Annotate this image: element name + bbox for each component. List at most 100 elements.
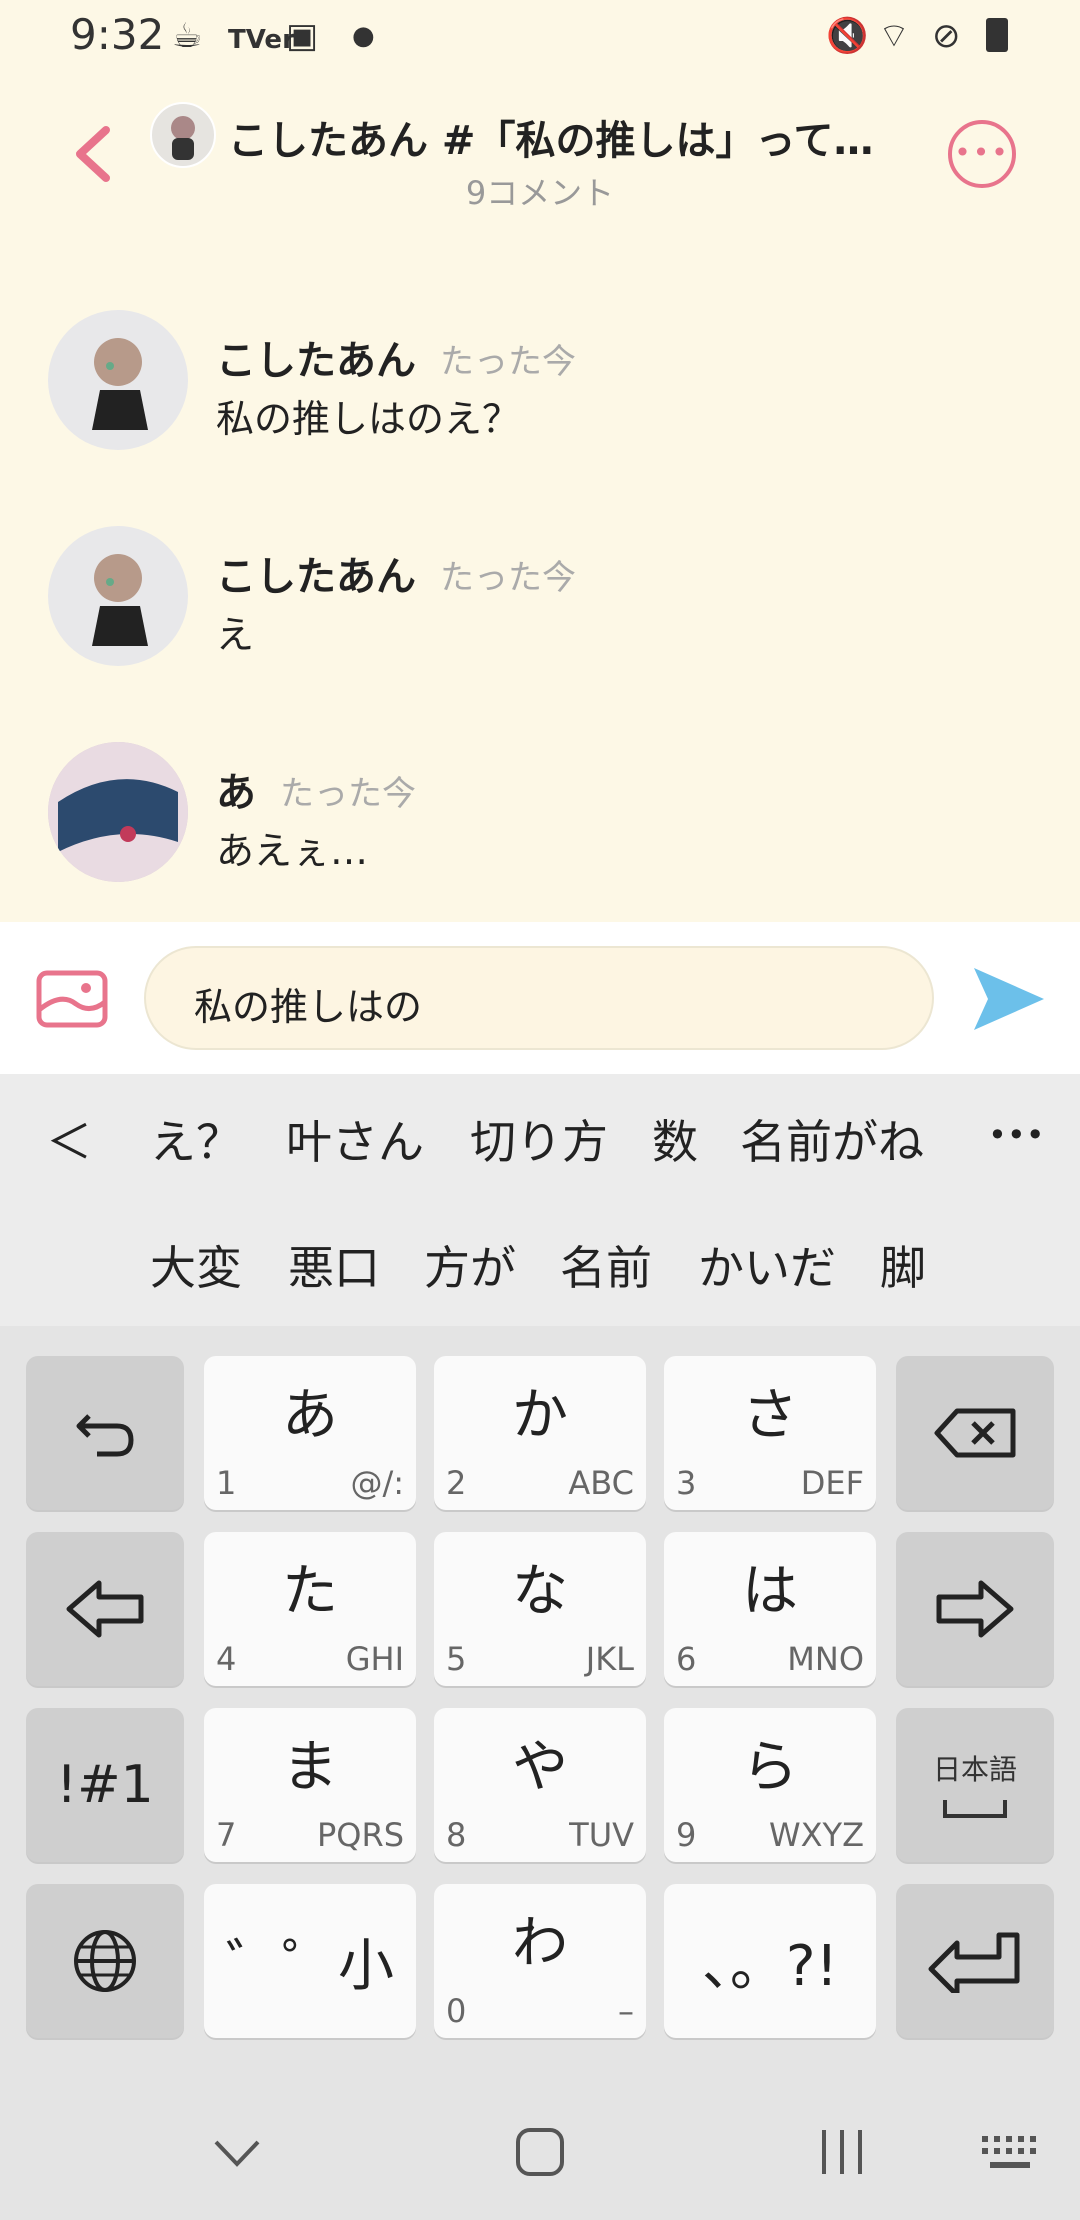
comment-text: え <box>216 613 255 657</box>
key-ra[interactable]: ら 9 WXYZ <box>664 1708 876 1862</box>
image-attach-icon[interactable] <box>36 970 108 1028</box>
candidate-back-icon[interactable]: ＜ <box>46 1106 92 1172</box>
more-candidates-icon[interactable]: ••• <box>988 1116 1045 1154</box>
dnd-icon: ⊘ <box>932 16 961 56</box>
key-wa[interactable]: わ 0 – <box>434 1884 646 2038</box>
backspace-icon <box>896 1356 1054 1510</box>
candidate-item[interactable]: 叶さん <box>286 1106 424 1172</box>
key-sub: DEF <box>800 1464 864 1502</box>
dakuten-key[interactable]: ゛゜小 <box>204 1884 416 2038</box>
undo-key[interactable] <box>26 1356 184 1510</box>
candidate-item[interactable]: 脚 <box>880 1232 926 1298</box>
avatar[interactable] <box>48 742 188 882</box>
candidate-item[interactable]: 方が <box>424 1232 516 1298</box>
key-num: 5 <box>446 1640 467 1678</box>
thread-title: こしたあん #「私の推しは」って打… <box>228 118 908 164</box>
candidate-item[interactable]: 切り方 <box>470 1106 608 1172</box>
image-icon: ▣ <box>286 16 319 56</box>
hide-keyboard-icon[interactable] <box>212 2138 262 2168</box>
status-bar: 9:32 ☕ TVer ▣ ● 🔇 ⌔ ⊘ <box>0 0 1080 72</box>
comment-time: たった今 <box>440 342 576 382</box>
key-main: わ <box>512 1911 568 1976</box>
key-main: さ <box>742 1383 798 1448</box>
key-ta[interactable]: た 4 GHI <box>204 1532 416 1686</box>
candidate-item[interactable]: え？ <box>150 1106 242 1172</box>
key-main: た <box>282 1559 338 1624</box>
undo-icon <box>26 1356 184 1510</box>
notification-dot-icon: ● <box>352 21 375 51</box>
candidate-item[interactable]: 数 <box>652 1106 698 1172</box>
key-ma[interactable]: ま 7 PQRS <box>204 1708 416 1862</box>
comment-item: こしたあん たった今 私の推しはのえ？ <box>0 310 1080 510</box>
tver-icon: TVer <box>228 25 295 55</box>
avatar[interactable] <box>48 310 188 450</box>
cursor-right-key[interactable] <box>896 1532 1054 1686</box>
cursor-left-key[interactable] <box>26 1532 184 1686</box>
home-icon[interactable] <box>514 2126 566 2178</box>
header-avatar[interactable] <box>150 102 216 168</box>
key-ka[interactable]: か 2 ABC <box>434 1356 646 1510</box>
key-main: か <box>512 1383 568 1448</box>
key-main: ま <box>282 1735 338 1800</box>
punctuation-key[interactable]: 、。?! <box>664 1884 876 2038</box>
key-na[interactable]: な 5 JKL <box>434 1532 646 1686</box>
mute-icon: 🔇 <box>826 16 869 56</box>
comment-author[interactable]: あ <box>216 760 256 818</box>
status-time: 9:32 <box>70 10 165 59</box>
key-sub: ABC <box>568 1464 634 1502</box>
comment-input[interactable]: 私の推しはの <box>144 946 934 1050</box>
candidate-item[interactable]: 名前がね <box>740 1106 924 1172</box>
candidate-item[interactable]: 悪口 <box>288 1232 380 1298</box>
candidate-row-2: 大変 悪口 方が 名前 かいだ 脚 <box>0 1200 1080 1326</box>
space-icon <box>943 1800 1007 1818</box>
comment-count: 9コメント <box>465 174 615 212</box>
language-switch-key[interactable] <box>26 1884 184 2038</box>
key-sub: WXYZ <box>768 1816 864 1854</box>
chat-header: こしたあん #「私の推しは」って打… 9コメント ••• <box>0 72 1080 242</box>
comment-author[interactable]: こしたあん <box>216 544 416 602</box>
comment-input-value: 私の推しはの <box>194 985 423 1029</box>
key-ya[interactable]: や 8 TUV <box>434 1708 646 1862</box>
key-main: は <box>742 1559 798 1624</box>
key-main: あ <box>282 1383 338 1448</box>
key-num: 1 <box>216 1464 237 1502</box>
send-icon[interactable] <box>972 964 1046 1034</box>
more-dots-icon: ••• <box>954 136 1010 169</box>
key-main: な <box>512 1559 568 1624</box>
recents-icon[interactable] <box>816 2126 868 2178</box>
backspace-key[interactable] <box>896 1356 1054 1510</box>
key-num: 0 <box>446 1992 467 2030</box>
candidate-item[interactable]: かいだ <box>698 1232 836 1298</box>
language-label: 日本語 <box>932 1753 1017 1786</box>
comment-text: 私の推しはのえ？ <box>216 397 521 441</box>
comment-time: たった今 <box>440 558 576 598</box>
more-options-button[interactable]: ••• <box>948 120 1016 188</box>
candidate-item[interactable]: 名前 <box>560 1232 652 1298</box>
key-sub: GHI <box>345 1640 404 1678</box>
key-sub: JKL <box>585 1640 634 1678</box>
key-ha[interactable]: は 6 MNO <box>664 1532 876 1686</box>
enter-key[interactable] <box>896 1884 1054 2038</box>
comment-time: たった今 <box>280 774 416 814</box>
globe-icon <box>26 1884 184 2038</box>
navigation-bar <box>0 2086 1080 2220</box>
comment-input-bar: 私の推しはの <box>0 922 1080 1074</box>
symbols-label: !#1 <box>56 1755 154 1815</box>
key-num: 9 <box>676 1816 697 1854</box>
battery-icon <box>986 18 1008 52</box>
comment-item: こしたあん たった今 え <box>0 526 1080 726</box>
avatar[interactable] <box>48 526 188 666</box>
language-space-key[interactable]: 日本語 <box>896 1708 1054 1862</box>
candidate-item[interactable]: 大変 <box>150 1232 242 1298</box>
key-sa[interactable]: さ 3 DEF <box>664 1356 876 1510</box>
symbols-key[interactable]: !#1 <box>26 1708 184 1862</box>
key-num: 8 <box>446 1816 467 1854</box>
key-main: や <box>512 1735 568 1800</box>
enter-icon <box>896 1884 1054 2038</box>
key-sub: – <box>618 1992 634 2030</box>
keyboard-switch-icon[interactable] <box>980 2134 1040 2174</box>
keyboard: ＜ え？ 叶さん 切り方 数 名前がね ••• 大変 悪口 方が 名前 かいだ … <box>0 1074 1080 2220</box>
arrow-right-icon <box>896 1532 1054 1686</box>
comment-author[interactable]: こしたあん <box>216 328 416 386</box>
key-a[interactable]: あ 1 @/: <box>204 1356 416 1510</box>
